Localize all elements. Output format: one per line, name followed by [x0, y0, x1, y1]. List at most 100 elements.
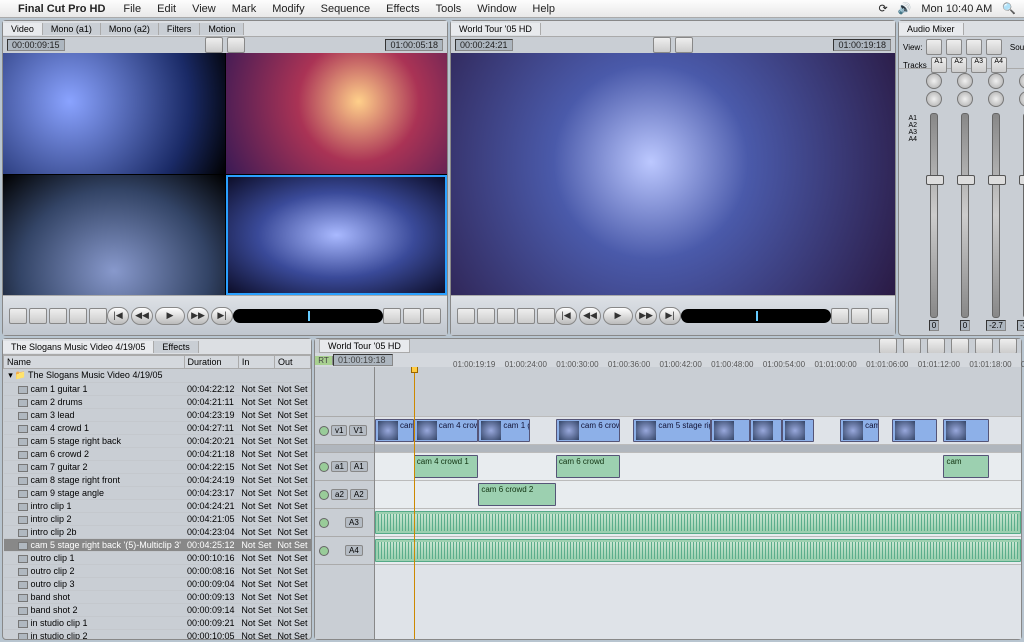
viewer-go-end-btn[interactable]: ▶|: [211, 307, 233, 325]
timeline-track-a4[interactable]: [375, 537, 1021, 565]
browser-list[interactable]: Name Duration In Out ▾📁 The Slogans Musi…: [3, 355, 311, 639]
pan-knob[interactable]: [926, 73, 942, 89]
browser-clip-row[interactable]: outro clip 100:00:10:16Not SetNot Set: [4, 552, 311, 565]
timeline-audio-clip[interactable]: cam 6 crowd 2: [478, 483, 556, 506]
mixer-tab[interactable]: Audio Mixer: [899, 23, 964, 35]
viewer-step-back-btn[interactable]: ◀◀: [131, 307, 153, 325]
fader-handle[interactable]: [926, 175, 944, 185]
track-a4-audibility-toggle[interactable]: [319, 546, 329, 556]
fader[interactable]: [961, 113, 969, 318]
clock[interactable]: Mon 10:40 AM: [921, 3, 992, 15]
browser-clip-row[interactable]: outro clip 300:00:09:04Not SetNot Set: [4, 578, 311, 591]
viewer-tab-filters[interactable]: Filters: [159, 23, 201, 35]
canvas-zoom-btn[interactable]: [653, 37, 671, 53]
app-name[interactable]: Final Cut Pro HD: [18, 3, 115, 15]
multiclip-angle-4[interactable]: [226, 175, 448, 296]
menu-window[interactable]: Window: [469, 3, 524, 15]
timeline-video-clip[interactable]: cam 3 l: [840, 419, 879, 442]
menu-modify[interactable]: Modify: [264, 3, 312, 15]
timeline-track-area[interactable]: cam 8 scam 4 crowdcam 1 guicam 6 crowdca…: [375, 367, 1021, 639]
mixer-view-3-btn[interactable]: [966, 39, 982, 55]
canvas-mark-clip-btn[interactable]: [537, 308, 555, 324]
track-header-a4[interactable]: A4: [315, 537, 374, 565]
pan-knob[interactable]: [1019, 73, 1024, 89]
fader[interactable]: [930, 113, 938, 318]
multiclip-angle-3[interactable]: [3, 175, 225, 296]
timeline-audio-waveform-clip[interactable]: [375, 511, 1021, 534]
multiclip-angle-2[interactable]: [226, 53, 448, 174]
timeline-tool-2[interactable]: [903, 338, 921, 354]
browser-clip-row[interactable]: cam 8 stage right front00:04:24:19Not Se…: [4, 474, 311, 487]
canvas-view-btn[interactable]: [675, 37, 693, 53]
viewer-replace-btn[interactable]: [423, 308, 441, 324]
fader-handle[interactable]: [988, 175, 1006, 185]
canvas-tc-duration[interactable]: 00:00:24:21: [455, 39, 513, 51]
timeline-video-clip[interactable]: cam 5 stage right 3: [633, 419, 711, 442]
track-a3-dest[interactable]: A3: [345, 517, 363, 528]
timeline-tool-6[interactable]: [999, 338, 1017, 354]
mixer-view-4-btn[interactable]: [986, 39, 1002, 55]
timeline-tool-1[interactable]: [879, 338, 897, 354]
browser-clip-row[interactable]: intro clip 100:04:24:21Not SetNot Set: [4, 500, 311, 513]
menu-sequence[interactable]: Sequence: [313, 3, 379, 15]
timeline-video-clip[interactable]: [711, 419, 750, 442]
canvas-shuttle[interactable]: [681, 309, 831, 323]
browser-clip-row[interactable]: cam 5 stage right back00:04:20:21Not Set…: [4, 435, 311, 448]
canvas-display[interactable]: [451, 53, 895, 295]
browser-clip-row[interactable]: in studio clip 200:00:10:05Not SetNot Se…: [4, 630, 311, 640]
mixer-view-1-btn[interactable]: [926, 39, 942, 55]
canvas-tc-current[interactable]: 01:00:19:18: [833, 39, 891, 51]
timeline-video-clip[interactable]: [750, 419, 782, 442]
timeline-tool-5[interactable]: [975, 338, 993, 354]
track-a2-dest[interactable]: A2: [350, 489, 368, 500]
canvas-replace-btn[interactable]: [871, 308, 889, 324]
viewer-mark-clip-btn[interactable]: [89, 308, 107, 324]
pan-knob[interactable]: [957, 73, 973, 89]
browser-clip-row[interactable]: cam 2 drums00:04:21:11Not SetNot Set: [4, 396, 311, 409]
disclosure-triangle-icon[interactable]: ▾: [7, 370, 15, 381]
browser-col-duration[interactable]: Duration: [184, 356, 238, 369]
menu-file[interactable]: File: [115, 3, 149, 15]
menu-tools[interactable]: Tools: [428, 3, 470, 15]
menu-view[interactable]: View: [184, 3, 224, 15]
browser-tab-effects[interactable]: Effects: [154, 341, 198, 353]
canvas-step-back-btn[interactable]: ◀◀: [579, 307, 601, 325]
track-a1-dest[interactable]: A1: [350, 461, 368, 472]
timeline-video-clip[interactable]: cam 4 crowd: [414, 419, 479, 442]
fader-handle[interactable]: [1019, 175, 1024, 185]
timeline-playhead[interactable]: [414, 367, 415, 639]
track-v1-visibility-toggle[interactable]: [319, 426, 329, 436]
canvas-step-fwd-btn[interactable]: ▶▶: [635, 307, 657, 325]
timeline-track-v1[interactable]: cam 8 scam 4 crowdcam 1 guicam 6 crowdca…: [375, 417, 1021, 445]
timeline-track-a1[interactable]: cam 4 crowd 1cam 6 crowdcam: [375, 453, 1021, 481]
viewer-keyframe-btn[interactable]: [69, 308, 87, 324]
viewer-tc-current[interactable]: 01:00:05:18: [385, 39, 443, 51]
browser-clip-row[interactable]: cam 3 lead00:04:23:19Not SetNot Set: [4, 409, 311, 422]
mixer-view-2-btn[interactable]: [946, 39, 962, 55]
browser-clip-row[interactable]: band shot 200:00:09:14Not SetNot Set: [4, 604, 311, 617]
browser-col-out[interactable]: Out: [274, 356, 310, 369]
fader[interactable]: [992, 113, 1000, 318]
viewer-tab-video[interactable]: Video: [3, 23, 43, 35]
browser-tab-project[interactable]: The Slogans Music Video 4/19/05: [3, 341, 154, 353]
viewer-tab-mono-a1[interactable]: Mono (a1): [43, 23, 101, 35]
volume-icon[interactable]: 🔊: [898, 2, 912, 15]
timeline-audio-clip[interactable]: cam 4 crowd 1: [414, 455, 479, 478]
viewer-mark-in-btn[interactable]: [9, 308, 27, 324]
canvas-mark-in-btn[interactable]: [457, 308, 475, 324]
track-a1-src[interactable]: a1: [331, 461, 348, 472]
timeline-track-a3[interactable]: [375, 509, 1021, 537]
track-header-v1[interactable]: v1 V1: [315, 417, 374, 445]
menu-edit[interactable]: Edit: [149, 3, 184, 15]
fader-handle[interactable]: [957, 175, 975, 185]
browser-clip-row[interactable]: cam 9 stage angle00:04:23:17Not SetNot S…: [4, 487, 311, 500]
browser-clip-row[interactable]: intro clip 200:04:21:05Not SetNot Set: [4, 513, 311, 526]
gain-knob[interactable]: [957, 91, 973, 107]
timeline-audio-clip[interactable]: cam: [943, 455, 988, 478]
timeline-tool-4[interactable]: [951, 338, 969, 354]
canvas-tab-sequence[interactable]: World Tour '05 HD: [451, 23, 541, 35]
browser-clip-row[interactable]: in studio clip 100:00:09:21Not SetNot Se…: [4, 617, 311, 630]
timeline-tab-sequence[interactable]: World Tour '05 HD: [319, 339, 410, 353]
browser-clip-row[interactable]: cam 6 crowd 200:04:21:18Not SetNot Set: [4, 448, 311, 461]
browser-clip-row[interactable]: cam 7 guitar 200:04:22:15Not SetNot Set: [4, 461, 311, 474]
